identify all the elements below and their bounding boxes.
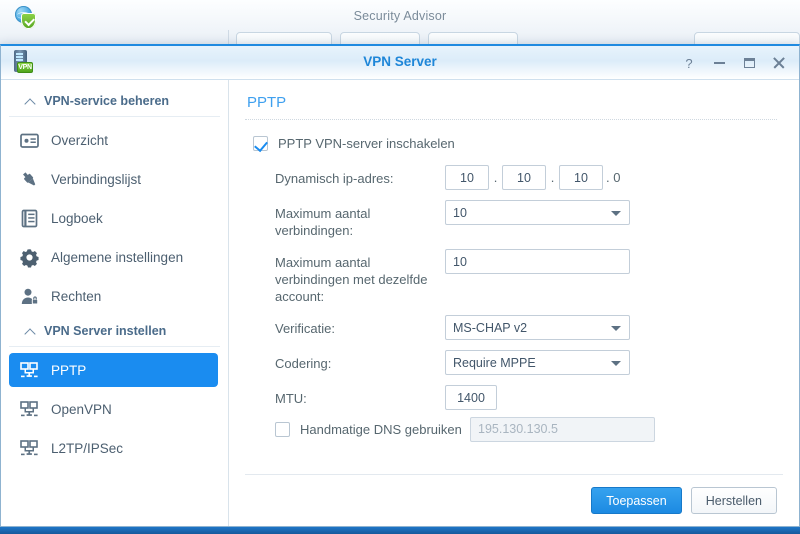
- authentication-label: Verificatie:: [253, 315, 445, 337]
- dialog-footer: Toepassen Herstellen: [245, 474, 783, 526]
- desktop-background: Security Advisor VPN VPN Server ?: [0, 0, 800, 534]
- sidebar-item-label: L2TP/IPSec: [51, 441, 123, 456]
- overview-card-icon: [19, 130, 40, 151]
- gear-icon: [19, 247, 40, 268]
- sidebar: VPN-service beheren Overzicht: [1, 80, 229, 526]
- encryption-label: Codering:: [253, 350, 445, 372]
- user-lock-icon: [19, 286, 40, 307]
- taskbar[interactable]: [0, 527, 800, 534]
- sidebar-group-manage-vpn-service[interactable]: VPN-service beheren: [9, 88, 220, 117]
- window-titlebar[interactable]: VPN VPN Server ?: [1, 46, 799, 80]
- sidebar-item-label: OpenVPN: [51, 402, 112, 417]
- sidebar-item-label: Overzicht: [51, 133, 108, 148]
- sidebar-item-openvpn[interactable]: OpenVPN: [9, 392, 218, 426]
- max-connections-same-account-input[interactable]: [445, 249, 630, 274]
- log-list-icon: [19, 208, 40, 229]
- max-connections-label: Maximum aantal verbindingen:: [253, 200, 445, 239]
- help-glyph: ?: [685, 56, 692, 71]
- help-icon[interactable]: ?: [675, 50, 703, 76]
- authentication-row: Verificatie:: [253, 315, 777, 340]
- mtu-row: MTU:: [253, 385, 777, 410]
- sidebar-item-overzicht[interactable]: Overzicht: [9, 123, 218, 157]
- encryption-value[interactable]: [445, 350, 630, 375]
- max-connections-select[interactable]: [445, 200, 630, 225]
- sidebar-item-rechten[interactable]: Rechten: [9, 279, 218, 313]
- sidebar-group-label: VPN Server instellen: [44, 324, 166, 338]
- sidebar-item-logboek[interactable]: Logboek: [9, 201, 218, 235]
- title-divider: [245, 119, 777, 120]
- network-monitor-icon: [19, 360, 40, 381]
- sidebar-item-label: Rechten: [51, 289, 101, 304]
- reset-button[interactable]: Herstellen: [691, 487, 777, 514]
- max-connections-same-account-label: Maximum aantal verbindingen met dezelfde…: [253, 249, 445, 305]
- sidebar-item-l2tp-ipsec[interactable]: L2TP/IPSec: [9, 431, 218, 465]
- window-controls: ?: [675, 46, 793, 80]
- settings-form: PPTP PPTP VPN-server inschakelen Dynamis…: [229, 80, 799, 474]
- background-window-security-advisor[interactable]: Security Advisor: [0, 0, 800, 46]
- chevron-up-icon: [25, 96, 35, 106]
- manual-dns-checkbox[interactable]: [275, 422, 290, 437]
- maximize-icon[interactable]: [735, 50, 763, 76]
- mtu-input[interactable]: [445, 385, 497, 410]
- sidebar-item-label: Logboek: [51, 211, 103, 226]
- main-panel: PPTP PPTP VPN-server inschakelen Dynamis…: [229, 80, 799, 526]
- ip-dot-2: .: [546, 170, 559, 185]
- dynamic-ip-label: Dynamisch ip-adres:: [253, 165, 445, 187]
- manual-dns-label: Handmatige DNS gebruiken: [300, 422, 462, 437]
- dynamic-ip-fields: . . . 0: [445, 165, 620, 190]
- encryption-select[interactable]: [445, 350, 630, 375]
- manual-dns-row: Handmatige DNS gebruiken 195.130.130.5: [275, 422, 777, 437]
- authentication-select[interactable]: [445, 315, 630, 340]
- manual-dns-input[interactable]: 195.130.130.5: [470, 417, 655, 442]
- dynamic-ip-octet-3[interactable]: [559, 165, 603, 190]
- network-monitor-icon: [19, 399, 40, 420]
- background-window-title: Security Advisor: [0, 9, 800, 23]
- sidebar-group-label: VPN-service beheren: [44, 94, 169, 108]
- page-title: PPTP: [245, 94, 777, 119]
- max-connections-same-account-row: Maximum aantal verbindingen met dezelfde…: [253, 249, 777, 305]
- close-icon[interactable]: [765, 50, 793, 76]
- sidebar-item-label: PPTP: [51, 363, 86, 378]
- max-connections-row: Maximum aantal verbindingen:: [253, 200, 777, 239]
- enable-pptp-checkbox[interactable]: [253, 136, 268, 151]
- authentication-value[interactable]: [445, 315, 630, 340]
- vpn-server-window: VPN VPN Server ? VPN-service beheren: [0, 44, 800, 527]
- sidebar-item-pptp[interactable]: PPTP: [9, 353, 218, 387]
- dynamic-ip-octet-2[interactable]: [502, 165, 546, 190]
- sidebar-item-verbindingslijst[interactable]: Verbindingslijst: [9, 162, 218, 196]
- sidebar-item-label: Algemene instellingen: [51, 250, 183, 265]
- sidebar-item-label: Verbindingslijst: [51, 172, 141, 187]
- ip-dot-1: .: [489, 170, 502, 185]
- connection-plug-icon: [19, 169, 40, 190]
- sidebar-group-setup-vpn-server[interactable]: VPN Server instellen: [9, 318, 220, 347]
- enable-pptp-row[interactable]: PPTP VPN-server inschakelen: [253, 136, 777, 151]
- network-monitor-icon: [19, 438, 40, 459]
- enable-pptp-label: PPTP VPN-server inschakelen: [278, 136, 455, 151]
- minimize-icon[interactable]: [705, 50, 733, 76]
- dynamic-ip-row: Dynamisch ip-adres: . . . 0: [253, 165, 777, 190]
- dynamic-ip-suffix: . 0: [603, 170, 620, 185]
- encryption-row: Codering:: [253, 350, 777, 375]
- chevron-up-icon: [25, 326, 35, 336]
- mtu-label: MTU:: [253, 385, 445, 407]
- apply-button[interactable]: Toepassen: [591, 487, 681, 514]
- max-connections-value[interactable]: [445, 200, 630, 225]
- sidebar-item-algemene-instellingen[interactable]: Algemene instellingen: [9, 240, 218, 274]
- dynamic-ip-octet-1[interactable]: [445, 165, 489, 190]
